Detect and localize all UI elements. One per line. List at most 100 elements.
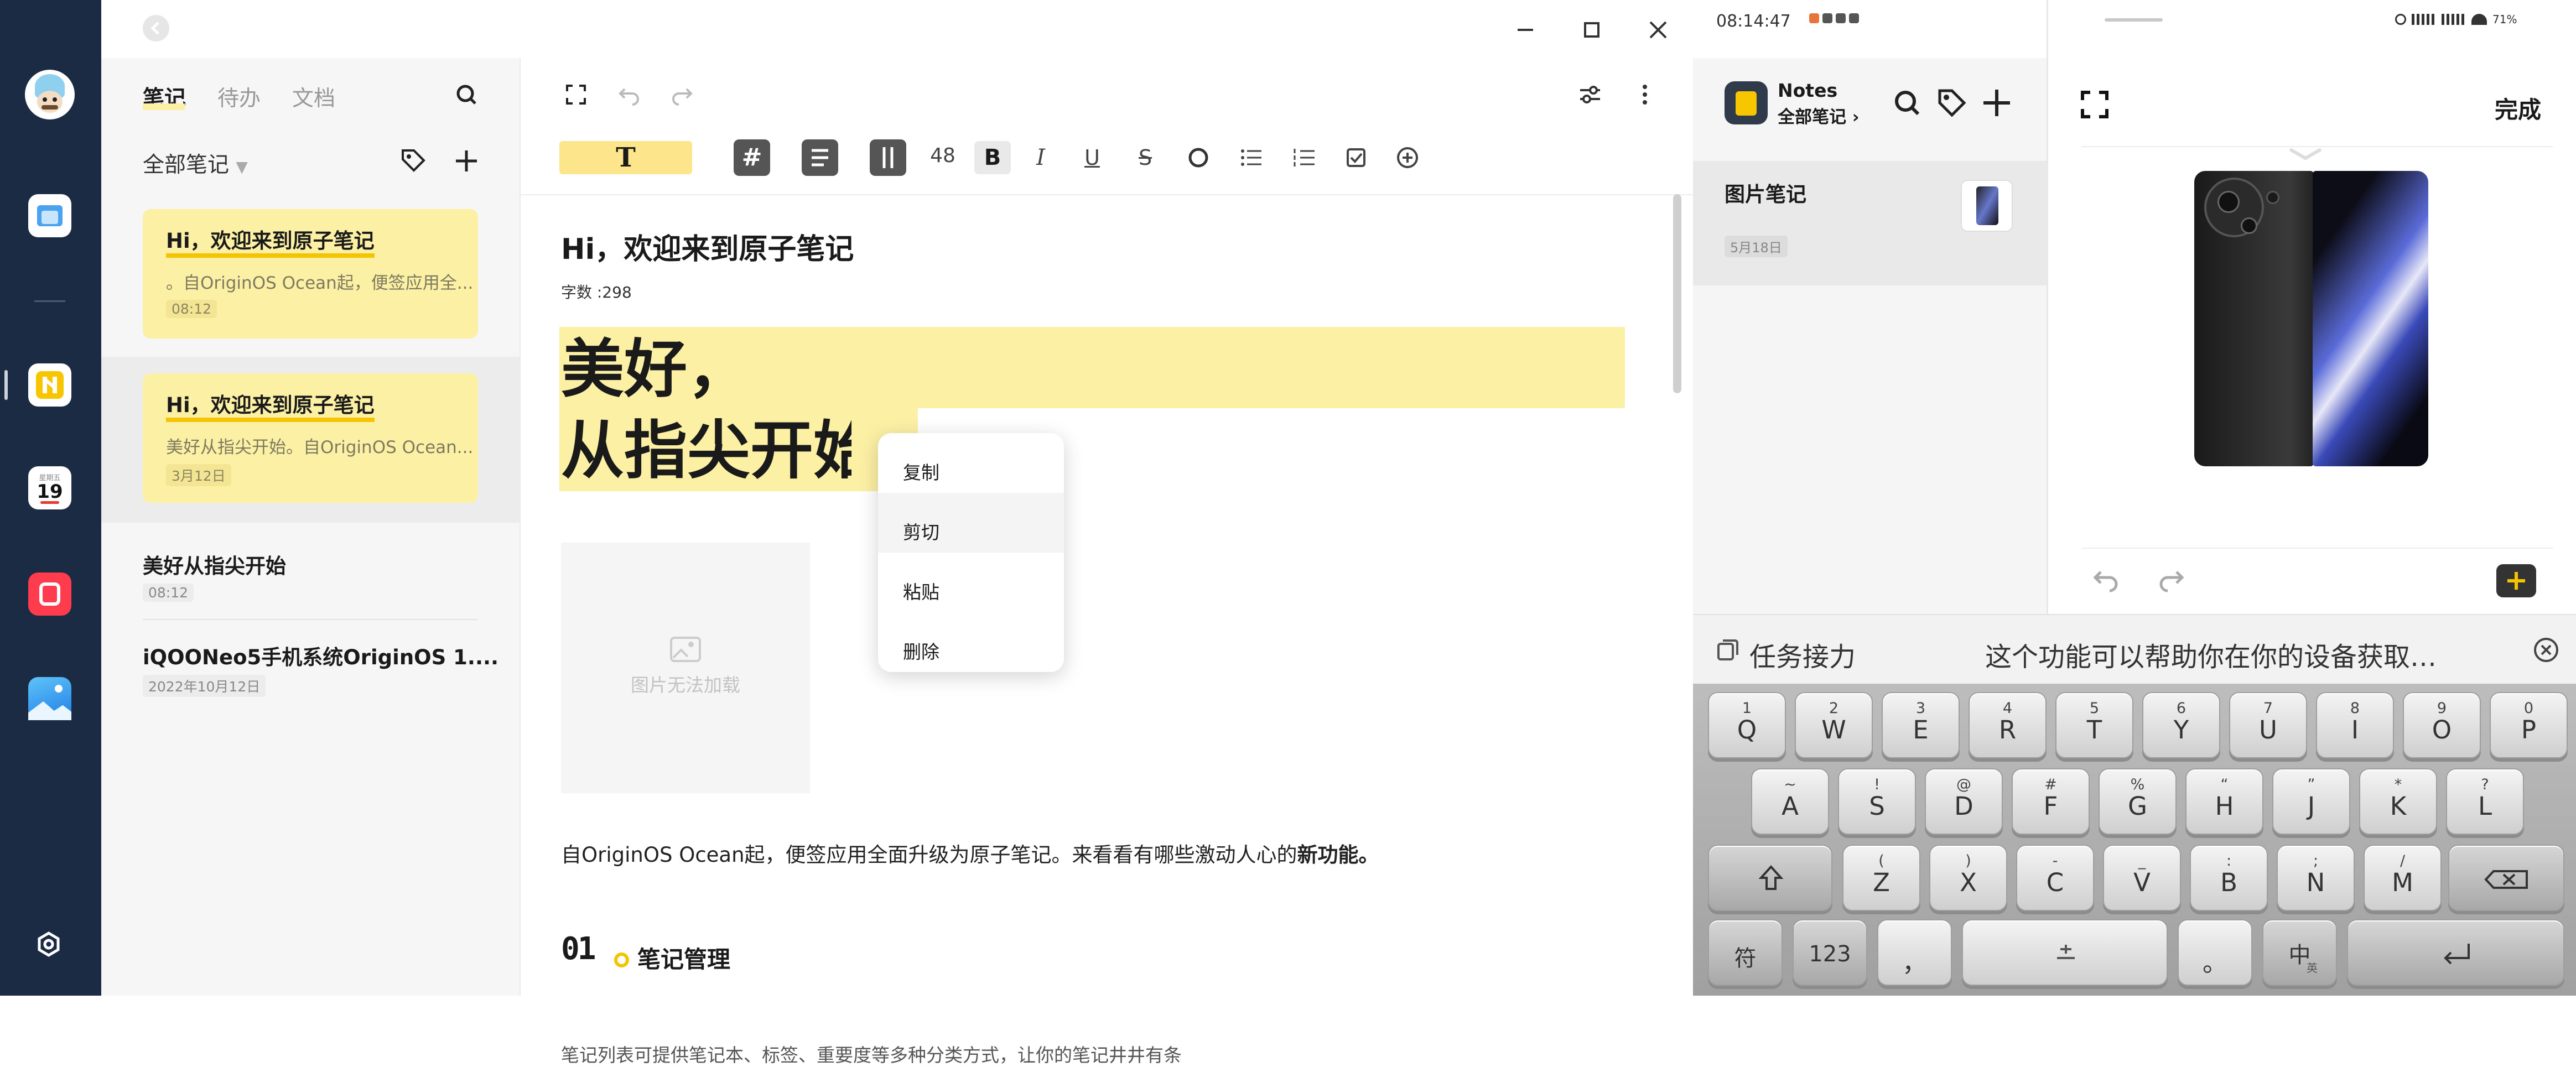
done-button[interactable]: 完成	[2495, 91, 2541, 125]
language-key[interactable]: 中英	[2262, 919, 2337, 986]
file-manager-app-icon[interactable]	[28, 194, 71, 237]
drag-handle[interactable]	[2105, 18, 2163, 22]
circle-button[interactable]	[1182, 141, 1215, 174]
editor-scrollbar[interactable]	[1673, 194, 1681, 393]
tag-icon[interactable]	[398, 146, 428, 176]
pane-divider	[520, 58, 521, 996]
period-key[interactable]: 。	[2178, 919, 2252, 986]
key-p[interactable]: 0P	[2490, 692, 2568, 758]
key-i[interactable]: 8I	[2316, 692, 2394, 758]
space-key[interactable]	[1962, 919, 2168, 986]
bold-button[interactable]: B	[974, 141, 1011, 174]
settings-icon[interactable]	[35, 931, 62, 957]
shift-key[interactable]	[1708, 845, 1832, 911]
key-w[interactable]: 2W	[1795, 692, 1873, 758]
task-relay-bar[interactable]: 任务接力 这个功能可以帮助你在你的设备获取…	[1693, 614, 2576, 684]
key-q[interactable]: 1Q	[1708, 692, 1786, 758]
tab-todo[interactable]: 待办	[217, 81, 261, 112]
key-d[interactable]: @ D	[1925, 768, 2003, 835]
gallery-app-icon[interactable]	[28, 677, 71, 720]
key-s[interactable]: ! S	[1838, 768, 1916, 835]
menu-item-paste[interactable]: 粘贴	[878, 553, 1064, 612]
title-style-button[interactable]: T	[559, 141, 692, 174]
key-secondary-label: -	[2052, 852, 2058, 870]
add-note-icon[interactable]	[1980, 86, 2013, 119]
key-v[interactable]: _ V	[2103, 845, 2181, 911]
numbered-list-icon[interactable]	[1288, 141, 1321, 174]
key-a[interactable]: ~ A	[1751, 768, 1829, 835]
notes-app-icon[interactable]	[28, 363, 71, 407]
symbol-key[interactable]: 符	[1708, 919, 1783, 986]
key-secondary-label: 7	[2263, 700, 2273, 717]
fullscreen-icon[interactable]	[2078, 88, 2111, 121]
menu-item-cut[interactable]: 剪切	[878, 493, 1064, 553]
status-time: 08:14:47	[1716, 12, 1791, 31]
sliders-icon[interactable]	[1577, 81, 1603, 108]
red-app-icon[interactable]	[28, 572, 71, 616]
notebook-selector[interactable]: 全部笔记 ›	[1778, 103, 1860, 128]
key-o[interactable]: 9O	[2403, 692, 2481, 758]
collapse-chevron-icon[interactable]	[2286, 146, 2325, 163]
note-card[interactable]: Hi，欢迎来到原子笔记 美好从指尖开始。自OriginOS Ocean... 3…	[143, 373, 478, 503]
key-r[interactable]: 4R	[1969, 692, 2047, 758]
maximize-button[interactable]	[1578, 17, 1605, 43]
menu-item-delete[interactable]: 删除	[878, 612, 1064, 672]
strikethrough-button[interactable]: S	[1129, 141, 1162, 174]
key-h[interactable]: “H	[2185, 768, 2263, 835]
redo-icon[interactable]	[669, 81, 695, 108]
key-n[interactable]: ; N	[2277, 845, 2355, 911]
image-placeholder[interactable]: 图片无法加载	[561, 543, 810, 793]
bullet-list-icon[interactable]	[1235, 141, 1268, 174]
note-card[interactable]: Hi，欢迎来到原子笔记 。自OriginOS Ocean起，便签应用全... 0…	[143, 209, 478, 339]
close-button[interactable]	[1645, 17, 1671, 43]
add-note-icon[interactable]	[451, 146, 481, 176]
key-f[interactable]: # F	[2012, 768, 2090, 835]
key-c[interactable]: -C	[2016, 845, 2094, 911]
add-block-button[interactable]	[2496, 564, 2536, 597]
menu-item-copy[interactable]: 复制	[878, 433, 1064, 493]
tab-docs[interactable]: 文档	[292, 81, 335, 112]
insert-icon[interactable]	[1391, 141, 1424, 174]
notebook-filter[interactable]: 全部笔记 ▼	[143, 148, 248, 179]
note-row-selected[interactable]: 图片笔记 5月18日	[1693, 161, 2047, 285]
undo-icon[interactable]	[2090, 564, 2123, 597]
columns-icon[interactable]	[870, 139, 906, 176]
heading-icon[interactable]: #	[734, 139, 770, 176]
key-j[interactable]: ” J	[2272, 768, 2350, 835]
key-m[interactable]: / M	[2364, 845, 2442, 911]
more-icon[interactable]	[1632, 81, 1658, 108]
note-row[interactable]: 美好从指尖开始 08:12	[143, 539, 478, 606]
undo-icon[interactable]	[616, 81, 642, 108]
key-e[interactable]: 3E	[1882, 692, 1960, 758]
italic-button[interactable]: I	[1024, 141, 1057, 174]
redo-icon[interactable]	[2154, 564, 2188, 597]
underline-button[interactable]: U	[1076, 141, 1109, 174]
key-g[interactable]: % G	[2099, 768, 2177, 835]
key-b[interactable]: :B	[2190, 845, 2268, 911]
font-size-button[interactable]: 48	[926, 144, 959, 171]
user-avatar[interactable]	[25, 70, 75, 119]
relay-close-icon[interactable]	[2533, 637, 2559, 663]
checkbox-icon[interactable]	[1339, 141, 1373, 174]
enter-key[interactable]	[2347, 919, 2564, 986]
key-k[interactable]: * K	[2359, 768, 2437, 835]
key-y[interactable]: 6Y	[2142, 692, 2220, 758]
paragraph-icon[interactable]	[802, 139, 838, 176]
note-row[interactable]: iQOONeo5手机系统OriginOS 1.... 2022年10月12日	[143, 631, 498, 697]
numeric-key[interactable]: 123	[1793, 919, 1867, 986]
minimize-button[interactable]	[1512, 17, 1539, 43]
key-u[interactable]: 7U	[2229, 692, 2307, 758]
key-x[interactable]: ) X	[1929, 845, 2007, 911]
back-button[interactable]	[143, 15, 169, 41]
tag-icon[interactable]	[1935, 86, 1969, 119]
key-l[interactable]: ? L	[2446, 768, 2524, 835]
key-t[interactable]: 5T	[2055, 692, 2133, 758]
comma-key[interactable]: ，	[1877, 919, 1952, 986]
fullscreen-icon[interactable]	[563, 81, 589, 108]
calendar-app-icon[interactable]: 星期五 19	[28, 466, 71, 509]
search-icon[interactable]	[453, 81, 480, 108]
key-z[interactable]: (Z	[1842, 845, 1920, 911]
search-icon[interactable]	[1891, 86, 1924, 119]
backspace-key[interactable]	[2448, 845, 2564, 911]
active-app-indicator	[4, 370, 8, 400]
